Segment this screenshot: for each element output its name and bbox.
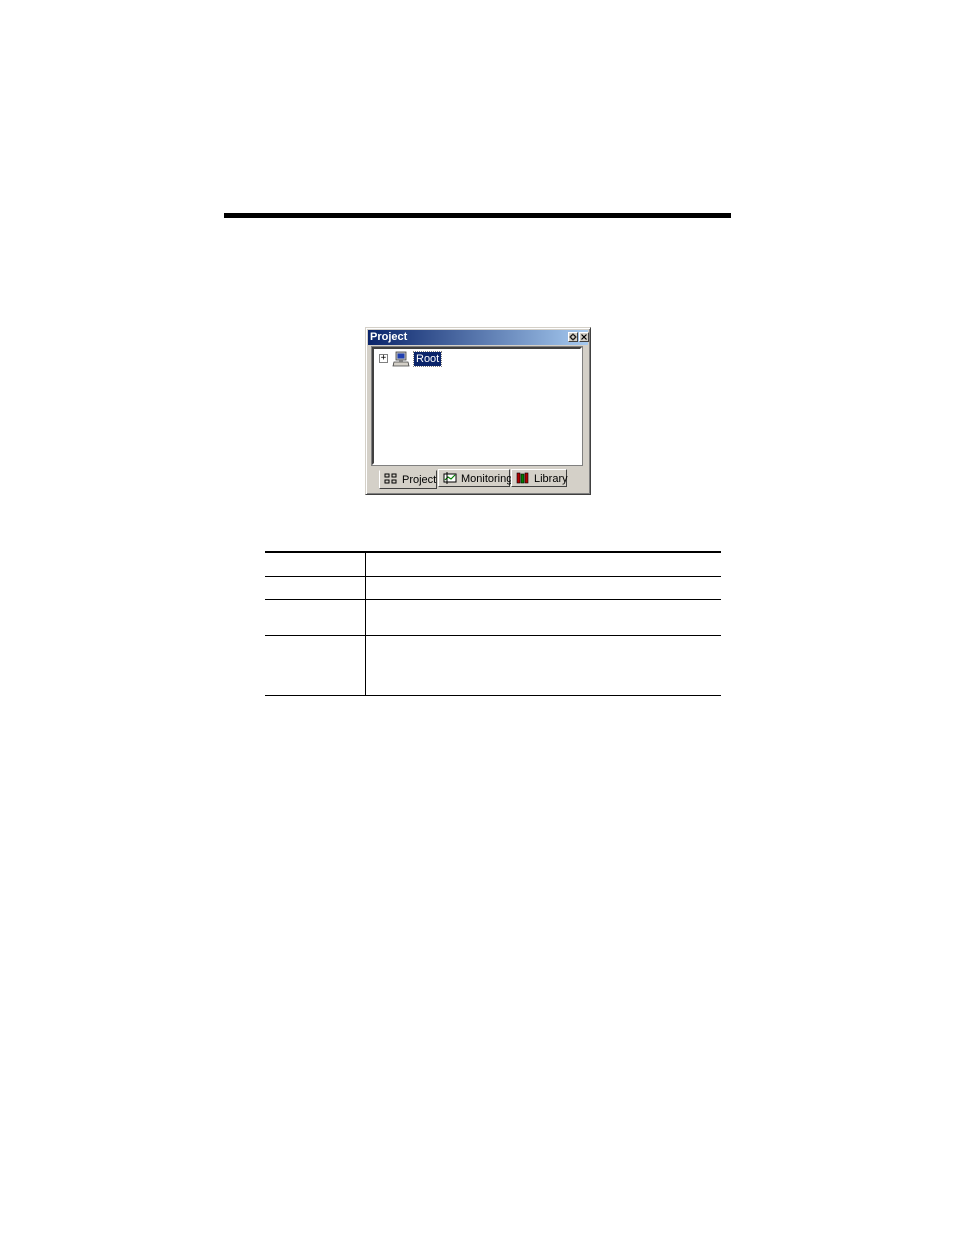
tab-library[interactable]: Library — [511, 469, 568, 487]
library-books-icon — [516, 472, 529, 484]
window-title: Project — [370, 331, 408, 343]
tab-monitoring-label: Monitoring — [461, 473, 513, 485]
tab-project[interactable]: Project — [379, 470, 437, 489]
computer-icon — [392, 351, 410, 367]
project-tree[interactable]: + Root — [371, 346, 583, 466]
table-row-divider — [265, 635, 721, 636]
title-bar[interactable]: Project — [368, 330, 589, 345]
expand-icon[interactable]: + — [379, 354, 388, 363]
close-button[interactable] — [579, 332, 589, 342]
pin-icon — [569, 333, 577, 341]
tab-project-label: Project — [402, 474, 437, 486]
project-tree-icon — [384, 473, 397, 484]
tree-node-root[interactable]: Root — [412, 351, 443, 367]
table-top-rule — [265, 551, 721, 553]
table-row-divider — [265, 576, 721, 577]
table-bottom-rule — [265, 695, 721, 696]
tab-library-label: Library — [534, 473, 568, 485]
tab-monitoring[interactable]: Monitoring — [438, 469, 513, 487]
table-row-divider — [265, 599, 721, 600]
monitoring-icon — [443, 472, 457, 484]
project-window: Project + Root Project Monitoring Librar… — [365, 327, 591, 495]
header-rule — [224, 213, 731, 218]
table-column-divider — [365, 553, 366, 696]
close-icon — [581, 334, 587, 340]
pin-button[interactable] — [568, 332, 578, 342]
